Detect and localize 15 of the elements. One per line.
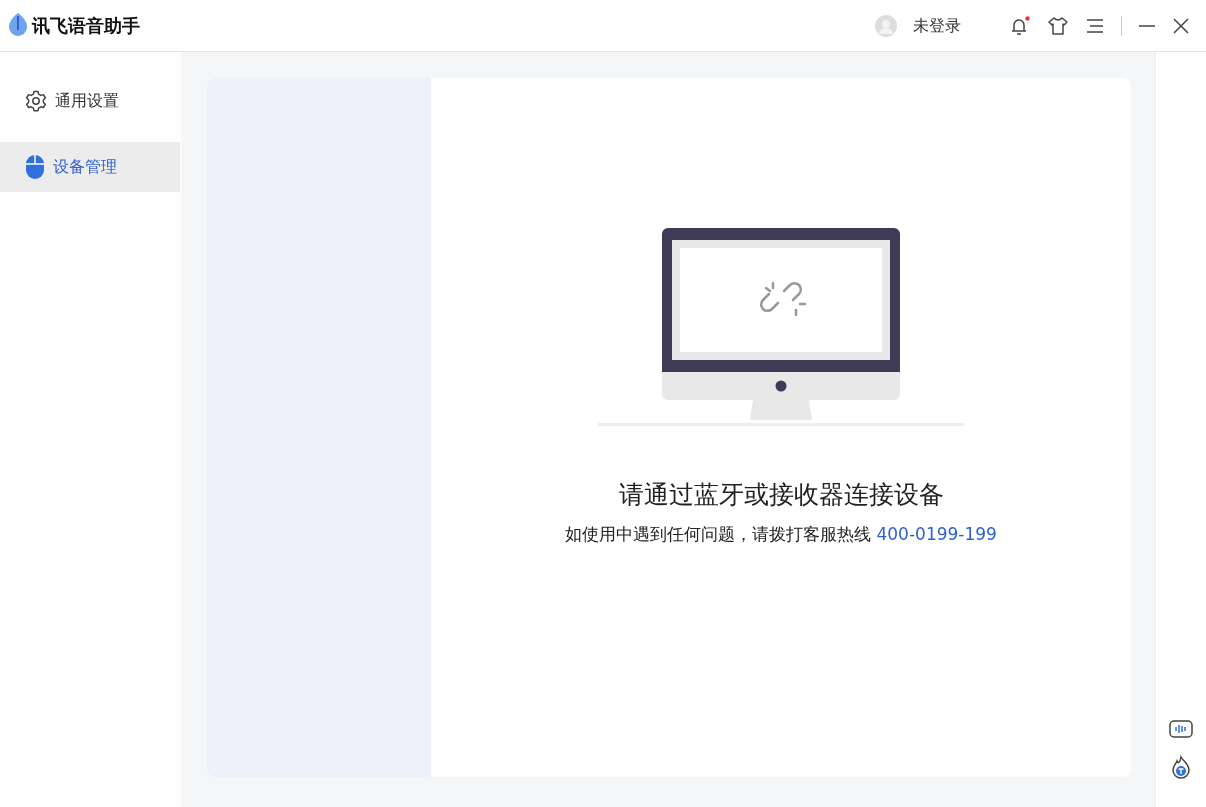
notification-bell-icon[interactable] — [1009, 14, 1031, 37]
login-link[interactable]: 未登录 — [913, 15, 961, 36]
support-hotline-text: 如使用中遇到任何问题，请拨打客服热线 400-0199-199 — [565, 522, 997, 546]
menu-icon[interactable] — [1085, 17, 1105, 34]
voice-wave-icon[interactable] — [1169, 719, 1193, 739]
app-title: 讯飞语音助手 — [32, 14, 140, 38]
flame-t-icon[interactable] — [1170, 755, 1192, 779]
hotline-link[interactable]: 400-0199-199 — [876, 523, 997, 544]
avatar-icon — [875, 14, 897, 37]
mouse-icon — [25, 154, 45, 180]
gear-icon — [25, 90, 47, 112]
connect-device-heading: 请通过蓝牙或接收器连接设备 — [618, 479, 944, 511]
sidebar-item[interactable]: 设备管理 — [0, 142, 180, 192]
shirt-icon[interactable] — [1047, 14, 1069, 37]
close-icon[interactable] — [1172, 16, 1190, 35]
